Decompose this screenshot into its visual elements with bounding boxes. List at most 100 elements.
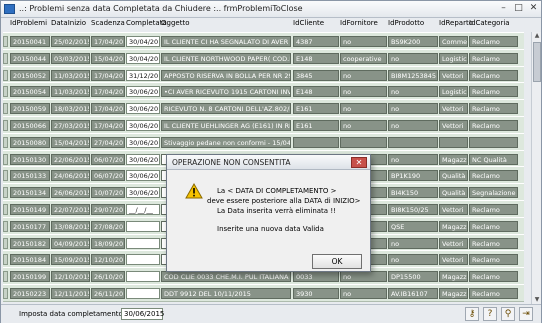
cell-idproblemi[interactable]: 20150041 [10,36,50,47]
cell-idreparto[interactable]: Vettori [439,69,468,81]
cell-idprodotto[interactable]: BP1K190 [388,170,438,182]
cell-oggetto[interactable]: Stivaggio pedane non conformi - 15/04/20… [161,136,291,148]
cell-idreparto[interactable]: Magazzino [439,220,468,232]
cell-scadenza[interactable]: 18/09/2015 [91,237,125,249]
cell-idreparto[interactable]: Vettori [439,103,468,115]
cell-idprodotto[interactable]: no [388,254,438,266]
cell-idprodotto[interactable]: no [388,52,438,64]
cell-oggetto[interactable]: IL CLIENTE NORTHWOOD PAPER( COD.E148) [161,52,291,64]
cell-idreparto[interactable]: Qualità [439,170,468,182]
cell-idfornitore[interactable]: no [340,288,387,299]
cell-idcliente[interactable]: E161 [293,103,339,115]
cell-oggetto[interactable]: APPOSTO RISERVA IN BOLLA PER NR 29 PED# [161,69,291,81]
minimize-button[interactable]: – [498,4,509,14]
cell-idcategoria[interactable]: Reclamo [469,120,518,131]
cell-datainizio[interactable]: 15/09/2015 [51,254,90,266]
cell-oggetto[interactable]: RICEVUTO N. 8 CARTONI DELL'AZ.802/N ROT [161,103,291,115]
cell-completata[interactable]: __/__/__ [126,204,160,215]
cell-idprodotto[interactable]: no [388,120,438,131]
key-icon[interactable]: ⚷ [465,307,479,321]
cell-idprodotto[interactable]: BI8K150/25 [388,204,438,215]
cell-idreparto[interactable]: Commerci [439,36,468,47]
record-selector[interactable] [3,170,8,182]
cell-datainizio[interactable]: 12/11/2015 [51,288,90,299]
cell-completata[interactable] [126,237,160,249]
table-row[interactable]: 2015008015/04/201527/04/201530/06/2015St… [3,132,524,151]
cell-idcategoria[interactable]: Reclamo [469,69,518,81]
cell-scadenza[interactable]: 17/04/2015 [91,69,125,81]
cell-idcategoria[interactable]: NC Qualità [469,153,518,165]
cell-idcategoria[interactable]: Reclamo [469,52,518,64]
cell-idprodotto[interactable] [388,136,438,148]
cell-completata[interactable] [126,271,160,283]
record-selector[interactable] [3,86,8,98]
cell-idcategoria[interactable] [469,136,518,148]
cell-completata[interactable]: 30/06/2015 [126,103,160,115]
cell-oggetto[interactable]: COD CLIE 0033 CHE.M.I. PUL ITALIANA SRL [161,271,291,283]
cell-idreparto[interactable] [439,136,468,148]
column-header-oggetto[interactable]: Oggetto [161,19,189,27]
cell-scadenza[interactable]: 26/11/2015 [91,288,125,299]
cell-idproblemi[interactable]: 20150052 [10,69,50,81]
cell-idprodotto[interactable]: BS9K200 [388,36,438,47]
cell-scadenza[interactable]: 15/04/2015 [91,52,125,64]
cell-idprodotto[interactable]: no [388,237,438,249]
cell-completata[interactable]: 30/06/2015 [126,86,160,98]
scroll-thumb[interactable] [533,42,541,82]
cell-datainizio[interactable]: 24/06/2015 [51,170,90,182]
record-selector[interactable] [3,204,8,215]
cell-idproblemi[interactable]: 20150184 [10,254,50,266]
table-row[interactable]: 2015005918/03/201517/04/201530/06/2015RI… [3,99,524,118]
vertical-scrollbar[interactable]: ▲ ▼ [531,32,541,304]
column-header-idreparto[interactable]: IdReparto [439,19,473,27]
cell-idprodotto[interactable]: BI4K150 [388,187,438,199]
table-row[interactable]: 2015006627/03/201517/04/201530/06/2015IL… [3,116,524,134]
cell-scadenza[interactable]: 17/04/2015 [91,86,125,98]
column-header-scadenza[interactable]: Scadenza [91,19,125,27]
cell-idcliente[interactable] [293,136,339,148]
cell-scadenza[interactable]: 17/04/2015 [91,36,125,47]
cell-scadenza[interactable]: 29/07/2015 [91,204,125,215]
cell-idcliente[interactable]: 4387 [293,36,339,47]
cell-oggetto[interactable]: •CI AVER RICEVUTO 1915 CARTONI INVECE D [161,86,291,98]
cell-idcategoria[interactable]: Reclamo [469,204,518,215]
exit-door-icon[interactable]: ⇥ [519,307,533,321]
cell-datainizio[interactable]: 12/10/2015 [51,271,90,283]
completion-date-input[interactable]: 30/06/2015 [121,308,164,320]
cell-datainizio[interactable]: 03/03/2015 [51,52,90,64]
cell-idprodotto[interactable]: QSE [388,220,438,232]
record-selector[interactable] [3,220,8,232]
scroll-up-arrow-icon[interactable]: ▲ [533,32,541,40]
filter-icon[interactable]: ⚲ [501,307,515,321]
cell-completata[interactable]: 31/12/2015 [126,69,160,81]
help-pointer-icon[interactable]: ? [483,307,497,321]
cell-idproblemi[interactable]: 20150080 [10,136,50,148]
cell-idproblemi[interactable]: 20150134 [10,187,50,199]
cell-idfornitore[interactable] [340,136,387,148]
cell-idcategoria[interactable]: Segnalazione [469,187,518,199]
cell-idproblemi[interactable]: 20150044 [10,52,50,64]
cell-scadenza[interactable]: 27/04/2015 [91,136,125,148]
column-header-datainizio[interactable]: DataInizio [51,19,86,27]
cell-completata[interactable] [126,254,160,266]
cell-oggetto[interactable]: IL CLIENTE UEHLINGER AG (E161) IN RIF. A… [161,120,291,131]
cell-idcliente[interactable]: 3930 [293,288,339,299]
cell-idfornitore[interactable]: cooperative [340,52,387,64]
record-selector[interactable] [3,136,8,148]
cell-datainizio[interactable]: 11/03/2015 [51,69,90,81]
cell-completata[interactable]: 30/04/2015 [126,36,160,47]
record-selector[interactable] [3,187,8,199]
column-header-idfornitore[interactable]: IdFornitore [340,19,378,27]
cell-scadenza[interactable]: 06/07/2015 [91,170,125,182]
cell-completata[interactable] [126,220,160,232]
cell-idreparto[interactable]: Qualità [439,187,468,199]
cell-idcliente[interactable]: 3845 [293,69,339,81]
record-selector[interactable] [3,69,8,81]
cell-idcliente[interactable]: 0033 [293,271,339,283]
column-header-idprodotto[interactable]: IdProdotto [388,19,424,27]
cell-idcliente[interactable]: E148 [293,86,339,98]
cell-idcliente[interactable]: E148 [293,52,339,64]
cell-idcategoria[interactable]: Reclamo [469,170,518,182]
cell-idprodotto[interactable]: DP15500 [388,271,438,283]
record-selector[interactable] [3,288,8,299]
